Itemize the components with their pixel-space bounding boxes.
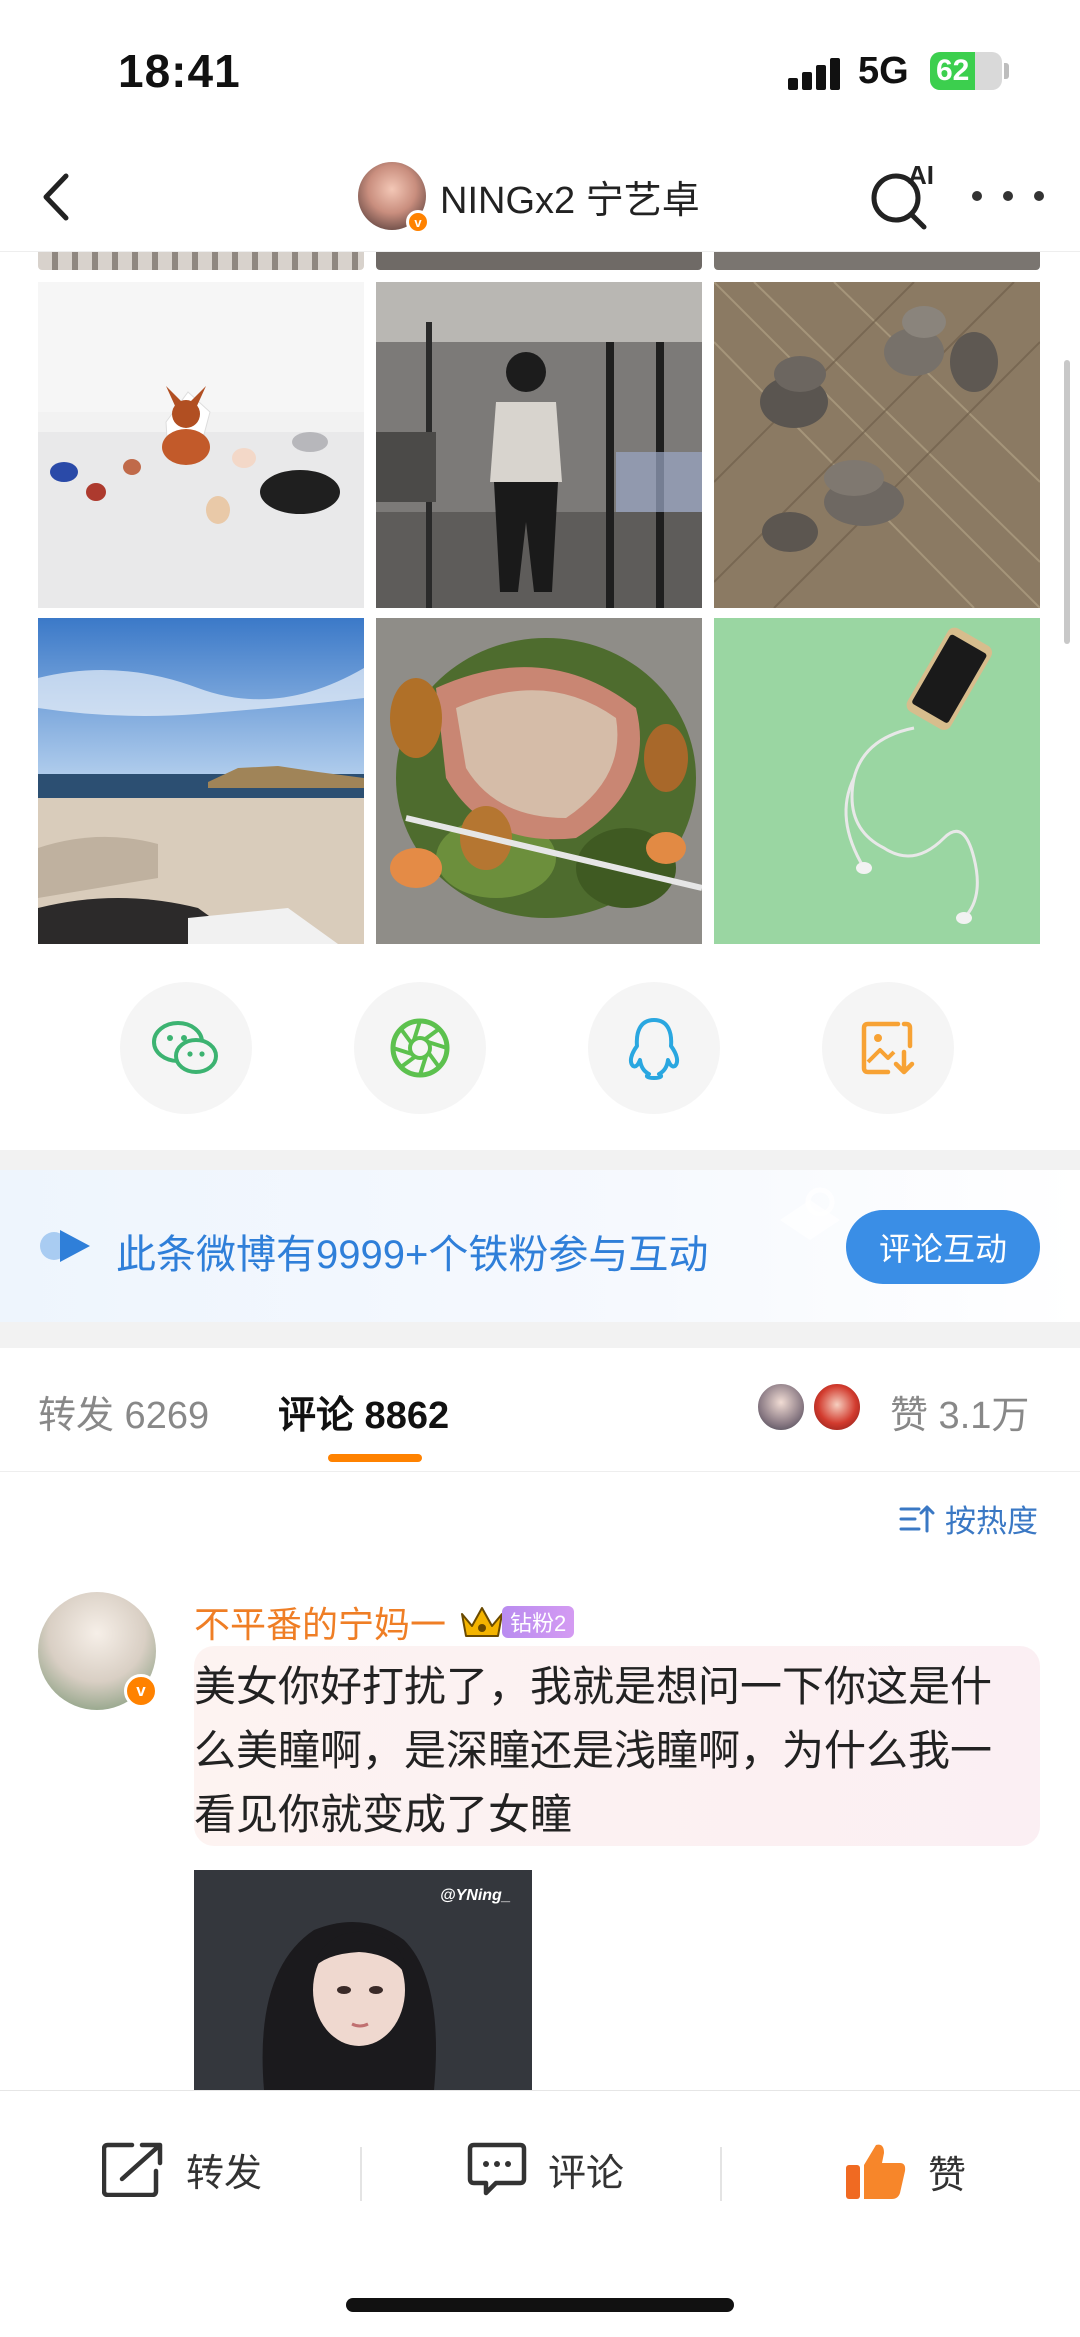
ai-search-icon: AI: [871, 160, 934, 230]
active-tab-indicator: [328, 1454, 422, 1462]
like-button[interactable]: 赞: [844, 2141, 966, 2201]
fans-interaction-icon: [40, 1230, 90, 1262]
section-divider: [0, 1322, 1080, 1348]
section-divider: [0, 1150, 1080, 1170]
status-time: 18:41: [118, 45, 241, 97]
more-dot: [972, 191, 982, 201]
crown-icon: [461, 1607, 504, 1637]
nav-header: v NINGx2 宁艺卓 AI: [0, 140, 1080, 252]
wechat-icon: [152, 1021, 218, 1074]
more-dot: [1003, 191, 1013, 201]
save-image-button[interactable]: [822, 982, 954, 1114]
avatar[interactable]: v: [358, 162, 430, 234]
fan-level-badge: 钻粉2: [502, 1606, 575, 1638]
liker-avatar[interactable]: [756, 1382, 806, 1432]
home-indicator: [346, 2298, 734, 2312]
ai-search-button[interactable]: AI: [862, 154, 946, 238]
like-label: 赞: [928, 2154, 967, 2197]
repost-label: 转发: [186, 2152, 263, 2195]
sort-by-hotness-button[interactable]: 按热度: [899, 1496, 1038, 1541]
repost-icon: [102, 2142, 163, 2197]
image-watermark: @YNing_: [440, 1887, 511, 1904]
fans-interaction-banner[interactable]: 此条微博有9999+个铁粉参与互动 评论互动: [0, 1170, 1080, 1322]
tab-likes[interactable]: 赞 3.1万: [890, 1384, 1029, 1439]
network-type: 5G: [858, 50, 909, 92]
photo-strip[interactable]: [38, 252, 364, 270]
comment-text: 美女你好打扰了，我就是想问一下你这是什么美瞳啊，是深瞳还是浅瞳啊，为什么我一看见…: [194, 1663, 993, 1838]
comment-author: 不平番的宁妈一 钻粉2: [194, 1596, 575, 1648]
action-separator: [720, 2147, 722, 2201]
photo-beach[interactable]: [38, 618, 364, 944]
tab-comment[interactable]: 评论 8862: [278, 1384, 449, 1439]
back-button[interactable]: [22, 162, 92, 232]
decorative-sparkle-icon: [780, 1187, 840, 1240]
moments-icon: [390, 1018, 450, 1078]
comment-icon: [467, 2142, 527, 2196]
battery-level: 62: [936, 54, 970, 87]
page-title: NINGx2 宁艺卓: [440, 179, 700, 222]
photo-salad[interactable]: [376, 618, 702, 944]
share-wechat-button[interactable]: [120, 982, 252, 1114]
photo-strip[interactable]: [376, 252, 702, 270]
scrollbar[interactable]: [1064, 360, 1070, 644]
comment-label: 评论: [548, 2152, 625, 2195]
header-profile[interactable]: v NINGx2 宁艺卓: [358, 158, 700, 234]
thumbs-up-icon: [846, 2144, 906, 2199]
action-separator: [360, 2147, 362, 2201]
avatar[interactable]: v: [38, 1592, 158, 1710]
save-image-icon: [861, 1021, 915, 1075]
photo-strip[interactable]: [714, 252, 1040, 270]
photo-phone[interactable]: [714, 618, 1040, 944]
battery-cap: [1004, 63, 1009, 79]
battery-icon: 62: [930, 52, 1002, 90]
more-dot: [1034, 191, 1044, 201]
repost-button[interactable]: 转发: [102, 2141, 262, 2197]
sort-icon: [899, 1505, 935, 1532]
photo-stones[interactable]: [714, 282, 1040, 608]
comment-interaction-button[interactable]: 评论互动: [846, 1210, 1040, 1284]
comment-username[interactable]: 不平番的宁妈一: [194, 1596, 446, 1648]
photo-gym[interactable]: [376, 282, 702, 608]
cellular-signal-icon: [788, 58, 842, 90]
fans-banner-text: 此条微博有9999+个铁粉参与互动: [116, 1233, 709, 1277]
share-qq-button[interactable]: [588, 982, 720, 1114]
tab-repost[interactable]: 转发 6269: [38, 1384, 209, 1439]
chevron-left-icon: [43, 173, 69, 221]
ai-label: AI: [908, 160, 934, 190]
interaction-tabs: 转发 6269 评论 8862 赞 3.1万: [0, 1348, 1080, 1472]
status-bar: 18:41 5G 62: [0, 0, 1080, 140]
verified-icon: v: [124, 1674, 158, 1708]
sort-label: 按热度: [945, 1504, 1038, 1539]
photo-crystals[interactable]: [38, 282, 364, 608]
bottom-action-bar: 转发 评论 赞: [0, 2090, 1080, 2337]
more-options-button[interactable]: [972, 174, 1044, 218]
liker-avatar[interactable]: [812, 1382, 862, 1432]
comment-button[interactable]: 评论: [466, 2141, 624, 2197]
verified-icon: v: [406, 210, 430, 234]
share-moments-button[interactable]: [354, 982, 486, 1114]
qq-icon: [628, 1018, 680, 1080]
comment-image[interactable]: @YNing_: [194, 1870, 532, 2090]
